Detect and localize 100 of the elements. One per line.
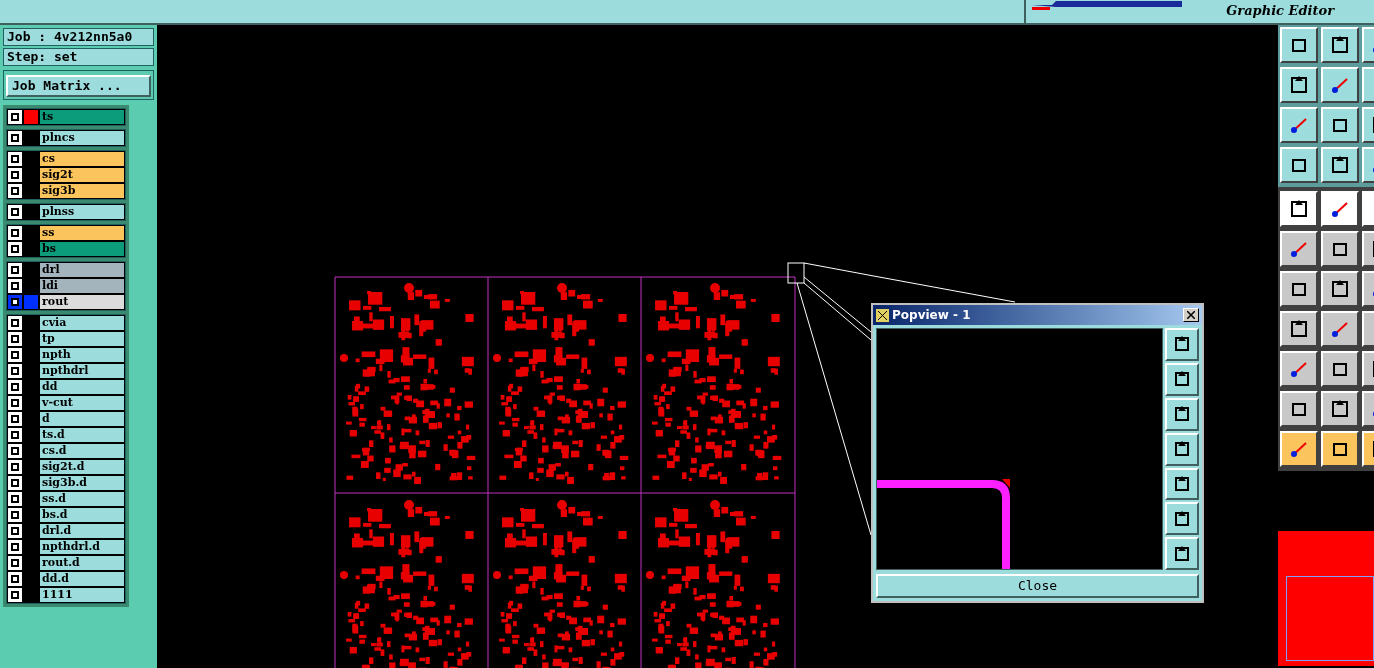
layer-name[interactable]: npth [40, 348, 124, 362]
layer-name[interactable]: drl.d [40, 524, 124, 538]
layer-checkbox[interactable] [8, 205, 22, 219]
toolbar-button[interactable] [1280, 311, 1318, 347]
toolbar-button[interactable] [1321, 391, 1359, 427]
toolbar-button[interactable] [1321, 27, 1359, 63]
toolbar-button[interactable] [1321, 431, 1359, 467]
job-matrix-button[interactable]: Job Matrix ... [6, 75, 151, 97]
view-button[interactable] [1165, 397, 1199, 431]
layer-name[interactable]: sig2t.d [40, 460, 124, 474]
view-icon [1173, 475, 1191, 493]
layer-checkbox[interactable] [8, 316, 22, 330]
layer-checkbox[interactable] [8, 131, 22, 145]
toolbar-button[interactable] [1321, 351, 1359, 387]
layer-checkbox[interactable] [8, 396, 22, 410]
layer-name[interactable]: ts [40, 110, 124, 124]
view-button[interactable] [1165, 467, 1199, 501]
layer-name[interactable]: npthdrl.d [40, 540, 124, 554]
layer-name[interactable]: cs.d [40, 444, 124, 458]
toolbar-button[interactable] [1321, 107, 1359, 143]
toolbar-button[interactable] [1280, 147, 1318, 183]
window-icon [876, 308, 889, 322]
layer-checkbox[interactable] [8, 263, 22, 277]
layer-checkbox[interactable] [8, 476, 22, 490]
layer-checkbox[interactable] [8, 492, 22, 506]
layer-name[interactable]: bs [40, 242, 124, 256]
view-button[interactable] [1165, 502, 1199, 536]
layer-name[interactable]: ss.d [40, 492, 124, 506]
view-icon [1173, 544, 1191, 563]
toolbar-button[interactable] [1280, 351, 1318, 387]
layer-checkbox[interactable] [8, 110, 22, 124]
layer-checkbox[interactable] [8, 588, 22, 602]
layer-name[interactable]: d [40, 412, 124, 426]
layer-checkbox[interactable] [8, 508, 22, 522]
layer-name[interactable]: ts.d [40, 428, 124, 442]
layer-name[interactable]: plnss [40, 205, 124, 219]
toolbar-button[interactable] [1280, 431, 1318, 467]
tool-icon [1329, 278, 1351, 300]
layer-name[interactable]: npthdrl [40, 364, 124, 378]
view-button[interactable] [1165, 362, 1199, 396]
layer-name[interactable]: ldi [40, 279, 124, 293]
layer-name[interactable]: sig2t [40, 168, 124, 182]
layer-checkbox[interactable] [8, 412, 22, 426]
toolbar-button[interactable] [1280, 107, 1318, 143]
layer-name[interactable]: rout [40, 295, 124, 309]
layer-checkbox[interactable] [8, 348, 22, 362]
layer-checkbox[interactable] [8, 572, 22, 586]
layer-name[interactable]: cs [40, 152, 124, 166]
tool-icon [1329, 154, 1351, 176]
layer-name[interactable]: dd.d [40, 572, 124, 586]
view-button[interactable] [1165, 432, 1199, 466]
layer-checkbox[interactable] [8, 444, 22, 458]
layer-name[interactable]: rout.d [40, 556, 124, 570]
layer-checkbox[interactable] [8, 380, 22, 394]
tool-icon [1329, 398, 1351, 420]
toolbar-button[interactable] [1321, 231, 1359, 267]
layer-checkbox[interactable] [8, 279, 22, 293]
layer-checkbox[interactable] [8, 168, 22, 182]
toolbar-button[interactable] [1280, 231, 1318, 267]
layer-checkbox[interactable] [8, 295, 22, 309]
layer-checkbox[interactable] [8, 428, 22, 442]
job-label: Job : 4v212nn5a0 [3, 28, 154, 46]
layer-checkbox[interactable] [8, 332, 22, 346]
layer-name[interactable]: 1111 [40, 588, 124, 602]
view-icon [1173, 509, 1191, 528]
layer-name[interactable]: drl [40, 263, 124, 277]
toolbar-button[interactable] [1321, 67, 1359, 103]
toolbar-button[interactable] [1321, 147, 1359, 183]
tool-icon [1288, 198, 1310, 220]
layer-checkbox[interactable] [8, 540, 22, 554]
view-button[interactable] [1165, 328, 1199, 361]
toolbar-button[interactable] [1280, 67, 1318, 103]
toolbar-button[interactable] [1321, 271, 1359, 307]
close-button[interactable]: Close [876, 574, 1199, 598]
layer-name[interactable]: ss [40, 226, 124, 240]
layer-name[interactable]: plncs [40, 131, 124, 145]
layer-checkbox[interactable] [8, 556, 22, 570]
layer-name[interactable]: cvia [40, 316, 124, 330]
toolbar-button[interactable] [1280, 391, 1318, 427]
layer-name[interactable]: v-cut [40, 396, 124, 410]
close-icon[interactable] [1183, 308, 1199, 322]
toolbar-button[interactable] [1280, 271, 1318, 307]
view-button[interactable] [1165, 537, 1199, 571]
layer-checkbox[interactable] [8, 242, 22, 256]
layer-checkbox[interactable] [8, 364, 22, 378]
layer-name[interactable]: sig3b [40, 184, 124, 198]
layer-checkbox[interactable] [8, 152, 22, 166]
layer-checkbox[interactable] [8, 226, 22, 240]
toolbar-button[interactable] [1321, 191, 1359, 227]
toolbar-button[interactable] [1280, 191, 1318, 227]
layer-name[interactable]: dd [40, 380, 124, 394]
layer-name[interactable]: tp [40, 332, 124, 346]
layer-checkbox[interactable] [8, 460, 22, 474]
layer-name[interactable]: bs.d [40, 508, 124, 522]
toolbar-button[interactable] [1321, 311, 1359, 347]
app-subtitle: Graphic Editor [1226, 1, 1334, 20]
layer-name[interactable]: sig3b.d [40, 476, 124, 490]
toolbar-button[interactable] [1280, 27, 1318, 63]
layer-checkbox[interactable] [8, 524, 22, 538]
layer-checkbox[interactable] [8, 184, 22, 198]
